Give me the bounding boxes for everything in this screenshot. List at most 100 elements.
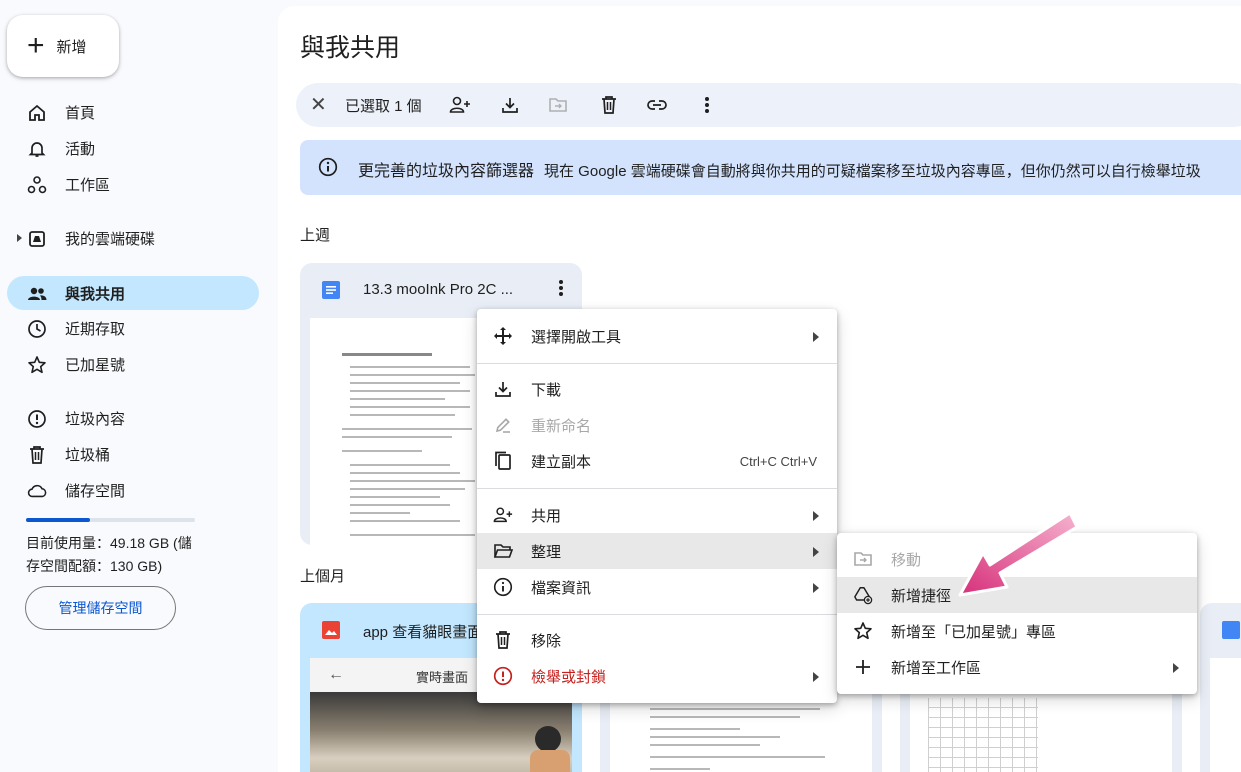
docs-icon [322, 281, 340, 299]
storage-line-1: 目前使用量：49.18 GB (儲 [26, 535, 192, 551]
sidebar-item-label: 活動 [65, 140, 96, 158]
new-button[interactable]: + 新增 [7, 15, 119, 77]
plus-icon [853, 657, 873, 677]
submenu-arrow-icon [813, 583, 819, 593]
menu-item-download[interactable]: 下載 [477, 371, 837, 407]
menu-item-remove[interactable]: 移除 [477, 622, 837, 658]
link-icon[interactable] [646, 94, 668, 116]
menu-item-label: 重新命名 [531, 417, 592, 435]
download-icon [493, 379, 513, 399]
spam-filter-banner: 更完善的垃圾內容篩選器 現在 Google 雲端硬碟會自動將與你共用的可疑檔案移至… [300, 140, 1241, 195]
submenu-arrow-icon [813, 672, 819, 682]
trash-icon [27, 445, 47, 465]
sidebar-item-label: 儲存空間 [65, 482, 126, 500]
copy-icon [493, 451, 513, 471]
pencil-icon [493, 415, 513, 435]
menu-item-label: 移除 [531, 632, 562, 650]
file-thumbnail [1210, 658, 1241, 772]
file-name: app 查看貓眼畫面 [363, 624, 483, 641]
preview-title: 實時畫面 [416, 670, 469, 685]
sidebar-item-trash[interactable]: 垃圾桶 [7, 437, 259, 471]
sidebar-item-activity[interactable]: 活動 [7, 131, 259, 165]
report-icon [493, 666, 513, 686]
sidebar-item-starred[interactable]: 已加星號 [7, 347, 259, 381]
context-menu: 選擇開啟工具 下載 重新命名 建立副本 Ctrl+C Ctrl+V 共用 整理 … [477, 309, 837, 703]
star-icon [853, 621, 873, 641]
file-card[interactable] [1200, 603, 1241, 772]
add-shortcut-icon [853, 585, 873, 605]
clear-selection-icon[interactable]: ✕ [310, 95, 327, 115]
menu-divider [477, 614, 837, 615]
menu-item-report-or-block[interactable]: 檢舉或封鎖 [477, 658, 837, 694]
selection-count: 已選取 1 個 [345, 98, 422, 115]
submenu-arrow-icon [813, 332, 819, 342]
more-vert-icon[interactable] [558, 279, 564, 297]
menu-item-label: 移動 [891, 551, 922, 569]
menu-item-organize[interactable]: 整理 [477, 533, 837, 569]
share-person-add-icon[interactable] [449, 94, 471, 116]
download-icon[interactable] [499, 94, 521, 116]
section-last-week: 上週 [300, 227, 331, 244]
bell-icon [27, 139, 47, 159]
expand-caret-icon[interactable] [17, 234, 22, 242]
open-with-icon [493, 326, 513, 346]
submenu-item-add-to-starred[interactable]: 新增至「已加星號」專區 [837, 613, 1197, 649]
menu-item-label: 檔案資訊 [531, 579, 592, 597]
submenu-arrow-icon [813, 547, 819, 557]
folder-open-icon [493, 541, 513, 561]
sidebar-item-label: 首頁 [65, 104, 96, 122]
menu-item-label: 新增至工作區 [891, 659, 982, 677]
plus-icon: + [27, 29, 45, 62]
manage-storage-button[interactable]: 管理儲存空間 [25, 586, 176, 630]
cloud-icon [27, 481, 47, 501]
info-icon [318, 157, 338, 177]
sidebar-item-label: 我的雲端硬碟 [65, 230, 156, 248]
sidebar-item-label: 與我共用 [65, 285, 126, 303]
sidebar-item-label: 已加星號 [65, 356, 126, 374]
menu-divider [477, 488, 837, 489]
sidebar-item-recent[interactable]: 近期存取 [7, 311, 259, 345]
storage-usage-fill [26, 518, 91, 522]
sidebar-item-storage[interactable]: 儲存空間 [7, 473, 259, 507]
submenu-arrow-icon [1173, 663, 1179, 673]
docs-icon [1222, 621, 1240, 639]
move-to-folder-icon [853, 549, 873, 569]
clock-icon [27, 319, 47, 339]
move-to-folder-icon[interactable] [547, 94, 569, 116]
storage-usage-bar [26, 518, 195, 522]
sidebar-item-label: 近期存取 [65, 320, 126, 338]
banner-title: 更完善的垃圾內容篩選器 [358, 163, 535, 180]
storage-line-2: 存空間配額：130 GB) [26, 558, 163, 574]
section-last-month: 上個月 [300, 568, 346, 585]
share-person-add-icon [493, 505, 513, 525]
menu-item-label: 建立副本 [531, 453, 592, 471]
people-icon [27, 284, 47, 304]
new-button-label: 新增 [56, 38, 87, 56]
menu-item-rename[interactable]: 重新命名 [477, 407, 837, 443]
submenu-item-add-to-workspace[interactable]: 新增至工作區 [837, 649, 1197, 685]
menu-item-make-copy[interactable]: 建立副本 Ctrl+C Ctrl+V [477, 443, 837, 479]
sidebar-item-spam[interactable]: 垃圾內容 [7, 401, 259, 435]
home-icon [27, 103, 47, 123]
spam-icon [27, 409, 47, 429]
menu-item-label: 檢舉或封鎖 [531, 668, 607, 686]
menu-item-open-with[interactable]: 選擇開啟工具 [477, 318, 837, 354]
image-file-icon [322, 621, 340, 639]
storage-usage-text: 目前使用量：49.18 GB (儲 存空間配額：130 GB) [26, 532, 226, 578]
trash-icon[interactable] [598, 94, 620, 116]
page-title: 與我共用 [300, 34, 401, 62]
sidebar-item-workspaces[interactable]: 工作區 [7, 167, 259, 201]
menu-item-label: 新增至「已加星號」專區 [891, 623, 1057, 641]
sidebar-item-shared-with-me[interactable]: 與我共用 [7, 276, 259, 310]
sidebar-item-home[interactable]: 首頁 [7, 95, 259, 129]
more-vert-icon[interactable] [696, 94, 718, 116]
menu-item-file-info[interactable]: 檔案資訊 [477, 569, 837, 605]
sidebar-item-label: 工作區 [65, 176, 111, 194]
selection-toolbar: ✕ 已選取 1 個 [296, 83, 1241, 127]
info-icon [493, 577, 513, 597]
trash-icon [493, 630, 513, 650]
menu-item-label: 選擇開啟工具 [531, 328, 622, 346]
menu-item-share[interactable]: 共用 [477, 497, 837, 533]
sidebar-item-my-drive[interactable]: 我的雲端硬碟 [7, 221, 259, 255]
menu-item-label: 共用 [531, 507, 562, 525]
